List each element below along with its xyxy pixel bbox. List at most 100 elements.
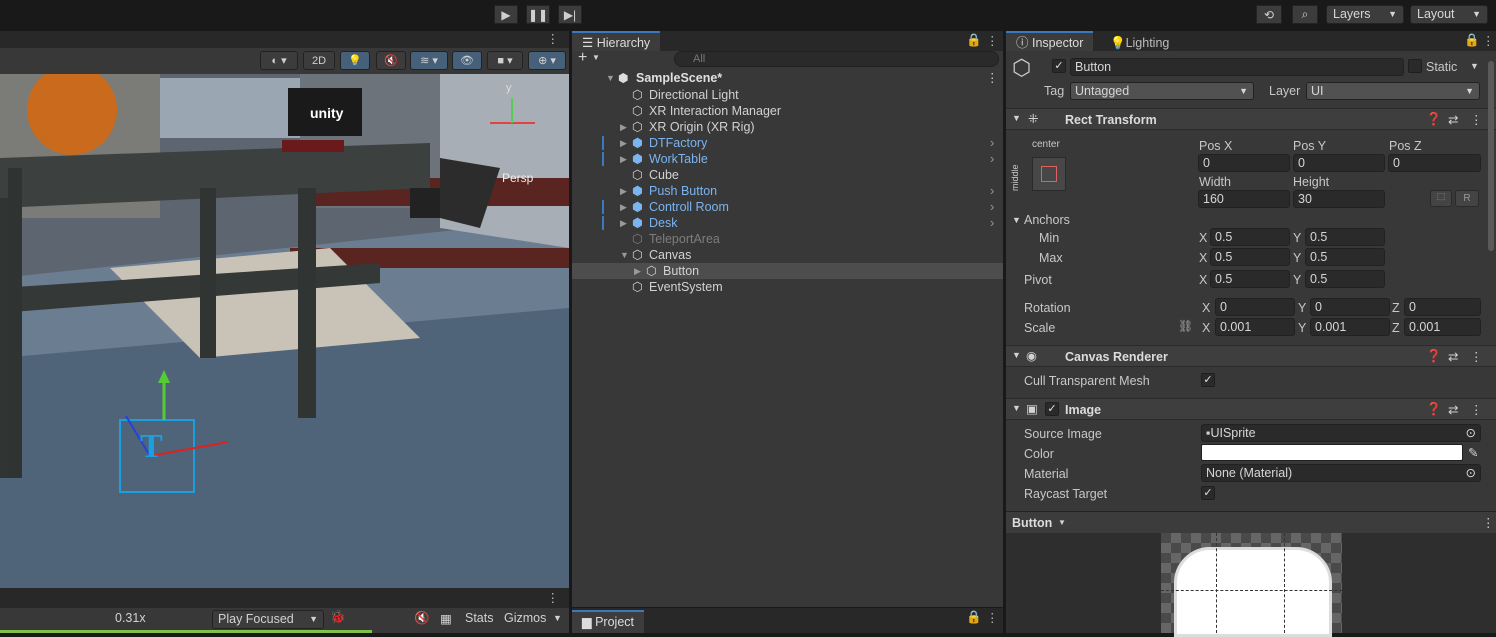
- scale-z-field[interactable]: 0.001: [1404, 318, 1481, 336]
- chevron-right-icon[interactable]: ›: [990, 151, 994, 167]
- help-icon[interactable]: ❓: [1426, 402, 1442, 417]
- pivot-x-field[interactable]: 0.5: [1210, 270, 1290, 288]
- stats-button[interactable]: Stats: [465, 611, 494, 625]
- rect-transform-header[interactable]: ▼ ⁜ Rect Transform ❓ ⇄ ⋮: [1006, 108, 1496, 130]
- more-icon[interactable]: ⋮: [1470, 402, 1483, 417]
- list-item[interactable]: ⬡ Directional Light: [572, 87, 1003, 103]
- object-picker-icon[interactable]: ⊙: [1466, 465, 1476, 481]
- list-item[interactable]: ⬡ XR Interaction Manager: [572, 103, 1003, 119]
- bug-icon[interactable]: 🐞: [330, 610, 346, 625]
- max-y-field[interactable]: 0.5: [1305, 248, 1385, 266]
- list-item[interactable]: ▶ ⬢ WorkTable ›: [572, 151, 1003, 167]
- rot-x-field[interactable]: 0: [1215, 298, 1295, 316]
- posz-field[interactable]: 0: [1388, 154, 1481, 172]
- search-button[interactable]: ⌕: [1292, 5, 1318, 24]
- expand-arrow-icon[interactable]: ▶: [620, 199, 627, 215]
- tab-project[interactable]: ▆ Project: [572, 610, 644, 633]
- layer-dropdown[interactable]: UI ▼: [1306, 82, 1480, 100]
- rot-z-field[interactable]: 0: [1404, 298, 1481, 316]
- preview-label[interactable]: Button: [1012, 516, 1052, 530]
- visibility-toggle[interactable]: 👁: [452, 51, 482, 70]
- raycast-checkbox[interactable]: ✓: [1201, 486, 1215, 500]
- min-y-field[interactable]: 0.5: [1305, 228, 1385, 246]
- play-button[interactable]: ▶: [494, 5, 518, 24]
- posx-field[interactable]: 0: [1198, 154, 1290, 172]
- cull-checkbox[interactable]: ✓: [1201, 373, 1215, 387]
- chevron-right-icon[interactable]: ›: [990, 183, 994, 199]
- step-button[interactable]: ▶|: [558, 5, 582, 24]
- layers-dropdown[interactable]: Layers ▼: [1326, 5, 1404, 24]
- expand-arrow-icon[interactable]: ▼: [606, 70, 615, 86]
- list-item[interactable]: ⬡ TeleportArea: [572, 231, 1003, 247]
- history-button[interactable]: ⟲: [1256, 5, 1282, 24]
- raw-edit-button[interactable]: R: [1455, 190, 1479, 207]
- color-swatch[interactable]: [1201, 444, 1463, 461]
- tab-lighting[interactable]: 💡Lighting: [1100, 31, 1180, 52]
- scale-y-field[interactable]: 0.001: [1310, 318, 1390, 336]
- list-item[interactable]: ⬡ EventSystem: [572, 279, 1003, 295]
- tab-inspector[interactable]: ⓘ Inspector: [1006, 31, 1094, 52]
- settings-icon[interactable]: ⇄: [1448, 349, 1458, 364]
- list-item[interactable]: ▶ ⬢ Push Button ›: [572, 183, 1003, 199]
- canvas-renderer-header[interactable]: ▼ ◉ Canvas Renderer ❓ ⇄ ⋮: [1006, 345, 1496, 367]
- more-icon[interactable]: ⋮: [986, 610, 999, 625]
- help-icon[interactable]: ❓: [1426, 349, 1442, 364]
- scene-row[interactable]: ▼ ⬢ SampleScene* ⋮: [572, 70, 1003, 86]
- chevron-down-icon[interactable]: ▼: [592, 53, 600, 62]
- help-icon[interactable]: ❓: [1426, 112, 1442, 127]
- grid-icon[interactable]: ▦: [440, 611, 452, 626]
- more-icon[interactable]: ⋮: [547, 31, 560, 46]
- image-header[interactable]: ▼ ▣ ✓ Image ❓ ⇄ ⋮: [1006, 398, 1496, 420]
- expand-arrow-icon[interactable]: ▶: [634, 263, 641, 279]
- lock-icon[interactable]: 🔒: [1464, 33, 1480, 48]
- more-icon[interactable]: ⋮: [1470, 349, 1483, 364]
- tag-dropdown[interactable]: Untagged ▼: [1070, 82, 1254, 100]
- expand-arrow-icon[interactable]: ▶: [620, 119, 627, 135]
- settings-icon[interactable]: ⇄: [1448, 112, 1458, 127]
- pause-button[interactable]: ❚❚: [526, 5, 550, 24]
- static-checkbox[interactable]: [1408, 59, 1422, 73]
- more-icon[interactable]: ⋮: [1482, 33, 1495, 48]
- scene-viewport[interactable]: unity y Persp T: [0, 48, 569, 588]
- expand-arrow-icon[interactable]: ▶: [620, 215, 627, 231]
- anchor-preset-button[interactable]: [1032, 157, 1066, 191]
- chevron-down-icon[interactable]: ▼: [553, 613, 562, 623]
- hierarchy-search-input[interactable]: All: [674, 51, 999, 67]
- material-field[interactable]: None (Material) ⊙: [1201, 464, 1481, 482]
- add-icon[interactable]: +: [578, 49, 587, 67]
- scale-x-field[interactable]: 0.001: [1215, 318, 1295, 336]
- expand-arrow-icon[interactable]: ▶: [620, 183, 627, 199]
- audio-toggle[interactable]: 🔇: [376, 51, 406, 70]
- persp-label[interactable]: Persp: [502, 171, 533, 185]
- camera-button[interactable]: ■ ▾: [487, 51, 523, 70]
- source-image-field[interactable]: ▪UISprite ⊙: [1201, 424, 1481, 442]
- mute-icon[interactable]: 🔇: [414, 611, 430, 626]
- chevron-down-icon[interactable]: ▼: [1470, 61, 1479, 71]
- rot-y-field[interactable]: 0: [1310, 298, 1390, 316]
- chevron-right-icon[interactable]: ›: [990, 199, 994, 215]
- list-item[interactable]: ▶ ⬡ Button: [572, 263, 1003, 279]
- object-picker-icon[interactable]: ⊙: [1466, 425, 1476, 441]
- lighting-toggle[interactable]: 💡: [340, 51, 370, 70]
- inspector-scrollbar[interactable]: [1488, 61, 1494, 251]
- posy-field[interactable]: 0: [1293, 154, 1385, 172]
- blueprint-button[interactable]: ⬚: [1430, 190, 1452, 207]
- play-focused-dropdown[interactable]: Play Focused ▼: [212, 610, 324, 629]
- expand-arrow-icon[interactable]: ▼: [620, 247, 629, 263]
- gizmos-button[interactable]: Gizmos: [504, 611, 546, 625]
- more-icon[interactable]: ⋮: [1482, 515, 1495, 530]
- link-icon[interactable]: ⛓: [1178, 319, 1193, 333]
- draw-mode-button[interactable]: ◐ ▾: [260, 51, 298, 70]
- gizmos-toggle[interactable]: ⊕ ▾: [528, 51, 566, 70]
- list-item[interactable]: ▼ ⬡ Canvas: [572, 247, 1003, 263]
- more-icon[interactable]: ⋮: [986, 70, 999, 86]
- list-item[interactable]: ⬡ Cube: [572, 167, 1003, 183]
- chevron-right-icon[interactable]: ›: [990, 135, 994, 151]
- height-field[interactable]: 30: [1293, 190, 1385, 208]
- image-enabled-checkbox[interactable]: ✓: [1045, 402, 1059, 416]
- expand-arrow-icon[interactable]: ▶: [620, 135, 627, 151]
- lock-icon[interactable]: 🔒: [966, 33, 982, 48]
- lock-icon[interactable]: 🔒: [966, 610, 982, 625]
- more-icon[interactable]: ⋮: [547, 590, 560, 605]
- list-item[interactable]: ▶ ⬢ Controll Room ›: [572, 199, 1003, 215]
